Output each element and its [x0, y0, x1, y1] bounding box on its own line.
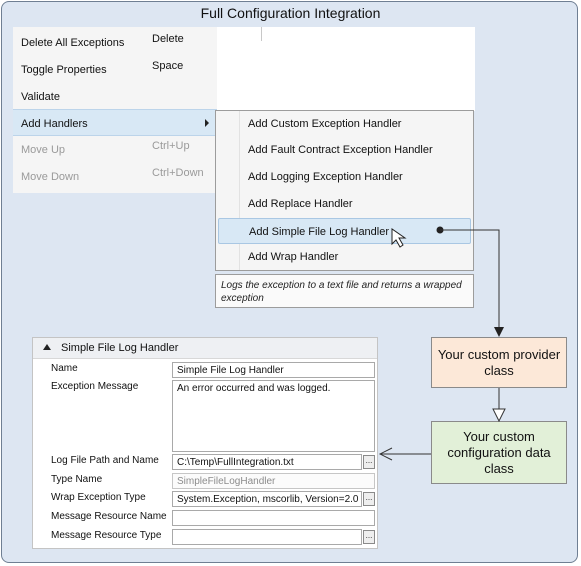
- arrowhead-solid: [494, 327, 504, 337]
- submenu-to-provider-connector: [440, 229, 500, 328]
- arrowhead-hollow-triangle: [492, 408, 506, 423]
- connector-arrows: [378, 226, 506, 461]
- mouse-cursor-icon: [391, 228, 407, 248]
